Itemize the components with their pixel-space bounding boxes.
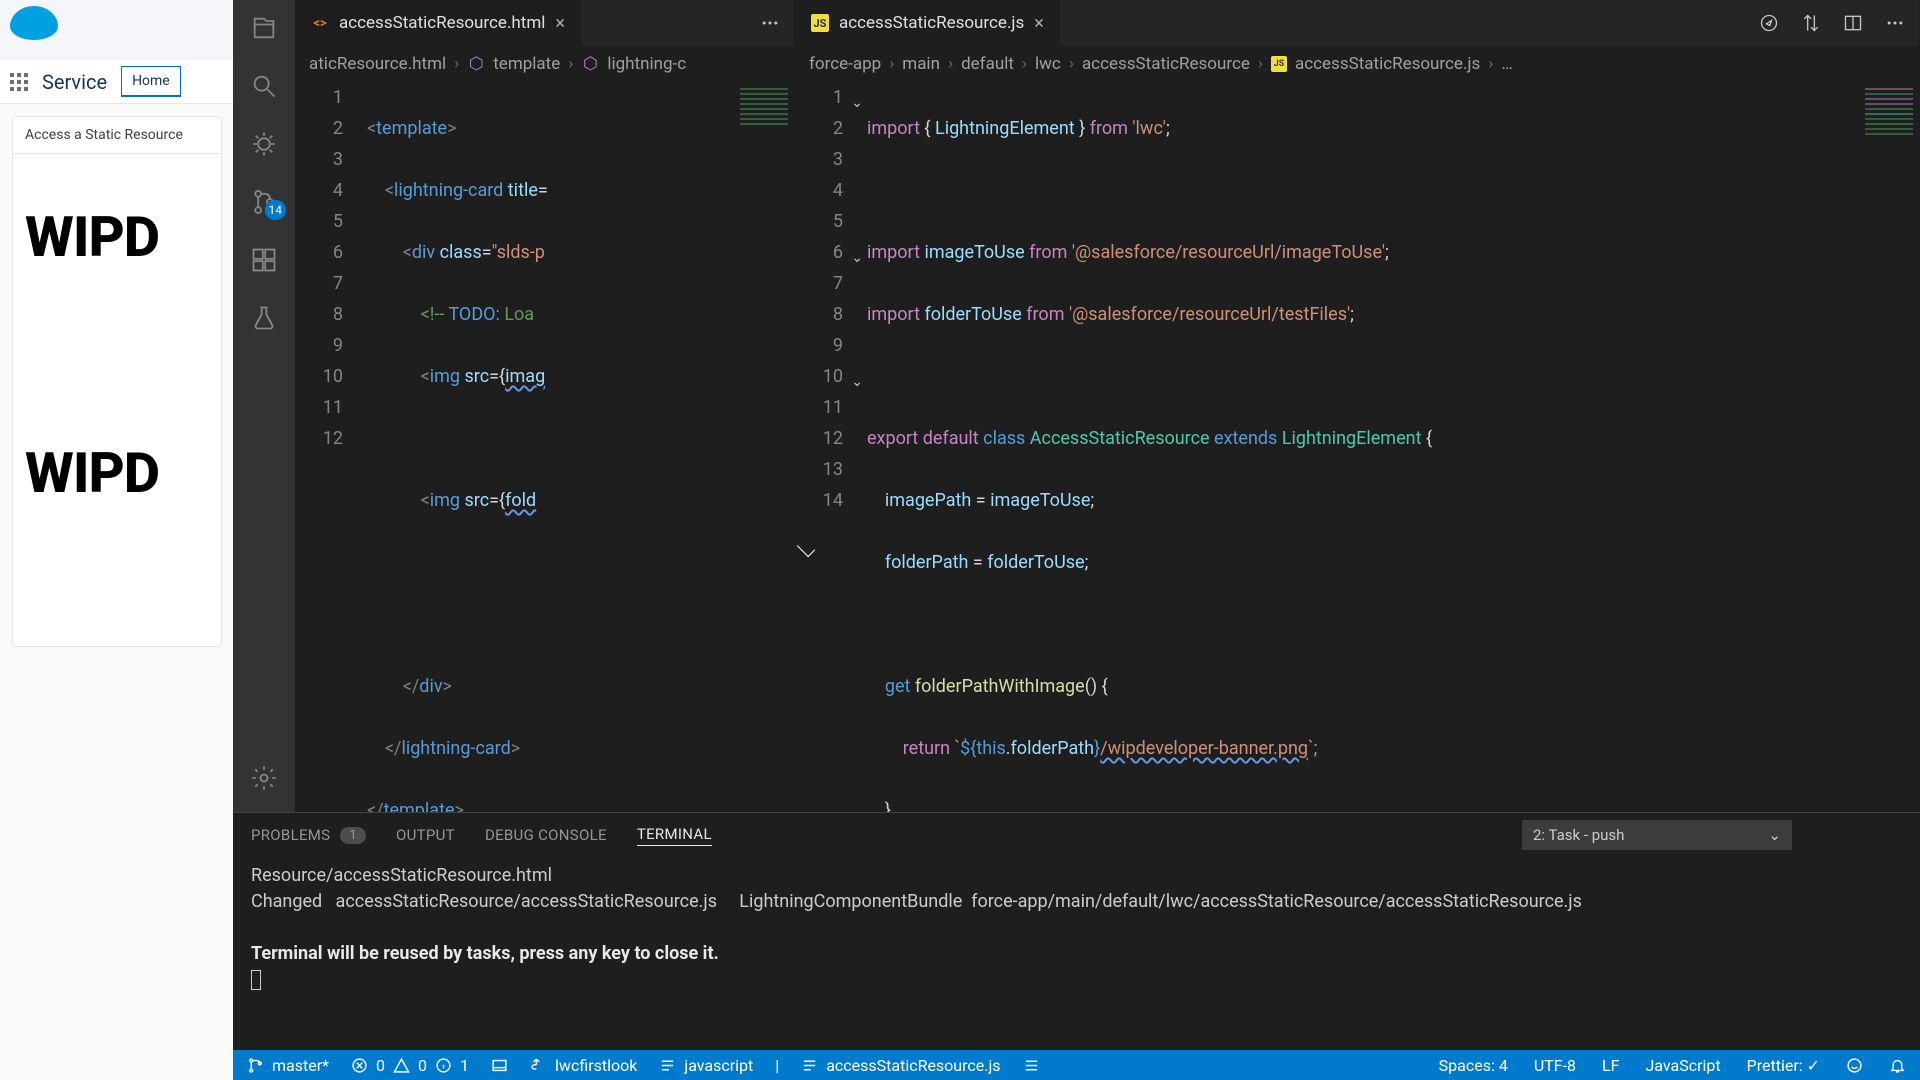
terminal-output[interactable]: Resource/accessStaticResource.html Chang… — [233, 857, 1920, 1050]
status-lang[interactable]: javascript — [659, 1056, 753, 1075]
search-icon[interactable] — [250, 72, 278, 100]
salesforce-app-name: Service — [42, 70, 107, 94]
lightning-card-title: Access a Static Resource — [13, 117, 221, 154]
compass-icon[interactable] — [1759, 13, 1779, 33]
html-file-icon: <> — [311, 14, 329, 32]
tab-js[interactable]: JS accessStaticResource.js × — [795, 0, 1060, 46]
extensions-icon[interactable] — [250, 246, 278, 274]
gutter-left: 123456789101112 — [295, 82, 367, 812]
salesforce-logo-icon — [10, 6, 58, 40]
status-encoding[interactable]: UTF-8 — [1534, 1056, 1576, 1075]
status-spaces[interactable]: Spaces: 4 — [1439, 1056, 1508, 1075]
feedback-icon[interactable] — [1846, 1057, 1863, 1074]
wip-banner-1: WIPD — [13, 154, 221, 270]
symbol-icon: ⬡ — [467, 55, 485, 73]
terminal-cursor — [251, 970, 261, 990]
more-icon[interactable] — [1885, 13, 1905, 33]
status-mode[interactable]: JavaScript — [1645, 1056, 1720, 1075]
close-icon[interactable]: × — [555, 13, 565, 34]
code-body-js[interactable]: import { LightningElement } from 'lwc'; … — [867, 82, 1859, 812]
chevron-down-icon: ⌄ — [1768, 826, 1781, 844]
status-eol[interactable]: LF — [1602, 1056, 1619, 1075]
debug-icon[interactable] — [250, 130, 278, 158]
close-icon[interactable]: × — [1034, 13, 1044, 34]
bell-icon[interactable] — [1889, 1057, 1906, 1074]
wip-banner-2: WIPD — [13, 390, 221, 506]
compare-icon[interactable] — [1801, 13, 1821, 33]
split-editor-icon[interactable] — [1843, 13, 1863, 33]
minimap[interactable] — [736, 84, 792, 164]
gutter-right: 1234567891011121314 ⌄ ⌄ ⌄ — [795, 82, 867, 812]
status-branch[interactable]: master* — [247, 1056, 329, 1075]
activity-bar: 14 — [233, 0, 295, 812]
terminal-select[interactable]: 2: Task - push⌄ — [1522, 820, 1792, 850]
tab-js-label: accessStaticResource.js — [839, 13, 1024, 33]
explorer-icon[interactable] — [250, 14, 278, 42]
panel-tab-output[interactable]: OUTPUT — [396, 826, 455, 844]
js-file-icon: JS — [811, 14, 829, 32]
status-file[interactable]: accessStaticResource.js — [801, 1056, 1000, 1075]
beaker-icon[interactable] — [250, 304, 278, 332]
status-bar: master* 0 0 1 lwcfirstlook javascript | … — [233, 1050, 1920, 1080]
code-body-html[interactable]: <template> <lightning-card title= <div c… — [367, 82, 734, 812]
panel-tab-debug[interactable]: DEBUG CONSOLE — [485, 826, 607, 844]
settings-gear-icon[interactable] — [250, 764, 278, 792]
minimap[interactable] — [1861, 84, 1917, 164]
js-file-icon: JS — [1271, 56, 1287, 72]
fold-icon[interactable]: ⌄ — [851, 88, 863, 119]
status-menu-icon[interactable] — [1023, 1057, 1040, 1074]
panel-tab-problems[interactable]: PROBLEMS1 — [251, 826, 366, 844]
fold-icon[interactable]: ⌄ — [851, 243, 863, 274]
panel-tab-terminal[interactable]: TERMINAL — [637, 825, 712, 846]
status-prettier[interactable]: Prettier: ✓ — [1747, 1056, 1820, 1075]
salesforce-background: Service Home Access a Static Resource WI… — [0, 0, 233, 1080]
tab-html-label: accessStaticResource.html — [339, 13, 545, 33]
symbol-icon: ⬡ — [581, 55, 599, 73]
more-icon[interactable] — [760, 13, 780, 33]
status-org[interactable]: lwcfirstlook — [530, 1056, 637, 1075]
breadcrumb-right[interactable]: force-app› main› default› lwc› accessSta… — [795, 46, 1919, 82]
status-layout-icon[interactable] — [491, 1057, 508, 1074]
breadcrumb-left[interactable]: aticResource.html› ⬡ template› ⬡ lightni… — [295, 46, 794, 82]
source-control-icon[interactable]: 14 — [250, 188, 278, 216]
tab-html[interactable]: <> accessStaticResource.html × — [295, 0, 581, 46]
fold-icon[interactable]: ⌄ — [851, 367, 863, 398]
scm-badge: 14 — [265, 200, 287, 220]
salesforce-tab-home[interactable]: Home — [121, 66, 181, 97]
status-diagnostics[interactable]: 0 0 1 — [351, 1056, 469, 1075]
app-launcher-icon[interactable] — [10, 73, 28, 91]
